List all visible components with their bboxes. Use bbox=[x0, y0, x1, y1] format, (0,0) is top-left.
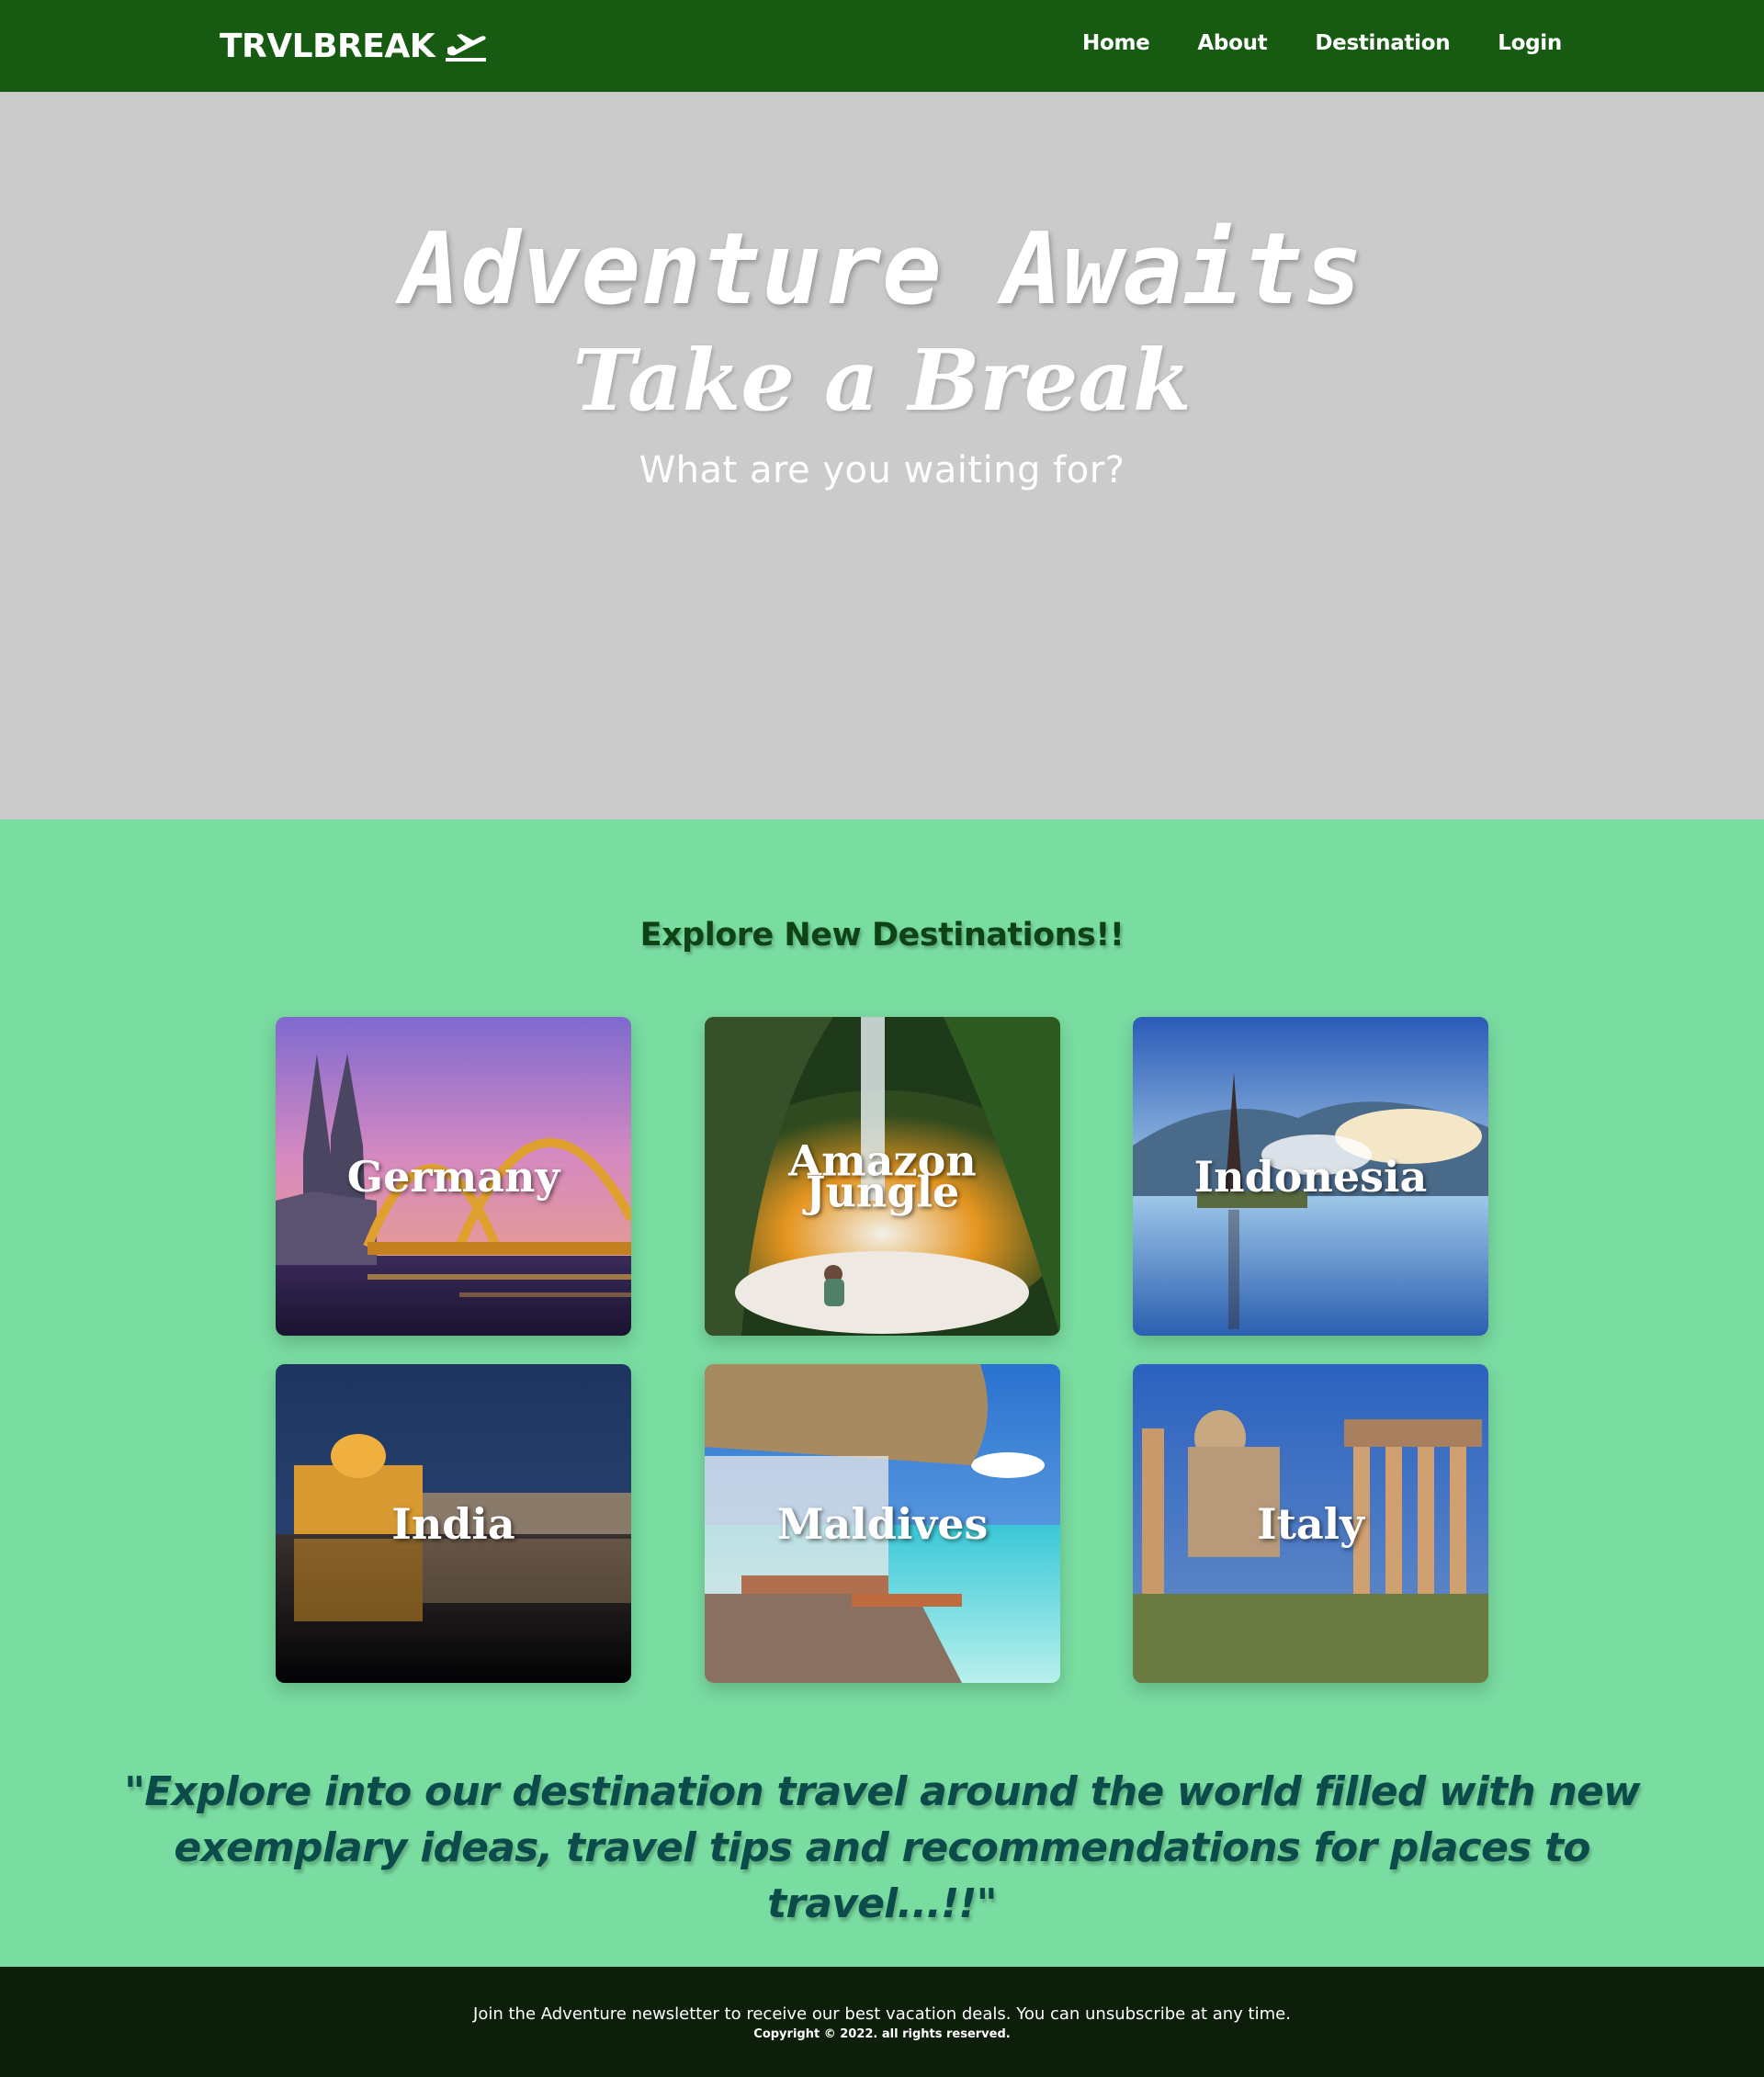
top-navbar: TRVLBREAK Home About Destination Login bbox=[0, 0, 1764, 92]
travel-quote: "Explore into our destination travel aro… bbox=[124, 1768, 1641, 1927]
hero-subtitle: Take a Break bbox=[572, 331, 1192, 430]
hero-tagline: What are you waiting for? bbox=[639, 449, 1125, 491]
hero-banner: Adventure Awaits Take a Break What are y… bbox=[0, 92, 1764, 819]
plane-departure-icon bbox=[444, 29, 488, 62]
brand-name: TRVLBREAK bbox=[220, 27, 435, 65]
destination-card-germany[interactable]: Germany bbox=[276, 1017, 631, 1336]
card-label-maldives: Maldives bbox=[776, 1498, 989, 1549]
newsletter-text: Join the Adventure newsletter to receive… bbox=[473, 2004, 1291, 2024]
nav-links: Home About Destination Login bbox=[1082, 31, 1610, 55]
card-label-italy: Italy bbox=[1257, 1498, 1364, 1549]
destination-card-india[interactable]: India bbox=[276, 1364, 631, 1683]
hero-title: Adventure Awaits bbox=[400, 212, 1364, 327]
destinations-heading: Explore New Destinations!! bbox=[639, 917, 1125, 954]
nav-link-login[interactable]: Login bbox=[1498, 31, 1562, 55]
card-label-germany: Germany bbox=[346, 1151, 560, 1202]
nav-link-about[interactable]: About bbox=[1197, 31, 1267, 55]
card-label-india: India bbox=[391, 1498, 515, 1549]
destination-card-amazon-jungle[interactable]: Amazon Jungle bbox=[705, 1017, 1060, 1336]
nav-link-destination[interactable]: Destination bbox=[1315, 31, 1450, 55]
destination-card-indonesia[interactable]: Indonesia bbox=[1133, 1017, 1488, 1336]
copyright-text: Copyright © 2022. all rights reserved. bbox=[753, 2027, 1011, 2041]
footer: Join the Adventure newsletter to receive… bbox=[0, 1967, 1764, 2077]
nav-link-home[interactable]: Home bbox=[1082, 31, 1150, 55]
card-label-amazon-jungle: Amazon Jungle bbox=[788, 1135, 977, 1217]
destination-card-italy[interactable]: Italy bbox=[1133, 1364, 1488, 1683]
brand-logo-link[interactable]: TRVLBREAK bbox=[220, 26, 488, 66]
destination-card-maldives[interactable]: Maldives bbox=[705, 1364, 1060, 1683]
card-label-indonesia: Indonesia bbox=[1193, 1151, 1428, 1202]
